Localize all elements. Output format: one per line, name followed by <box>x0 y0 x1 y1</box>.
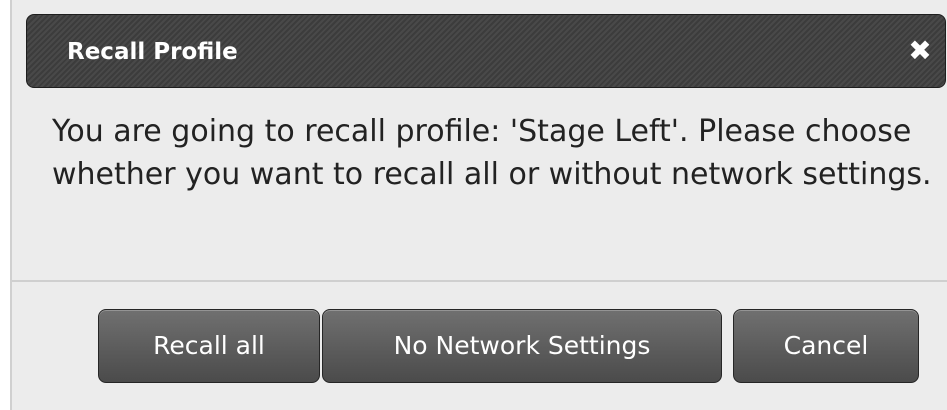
no-network-settings-button[interactable]: No Network Settings <box>322 309 722 383</box>
dialog-divider <box>12 280 947 282</box>
dialog-titlebar[interactable]: Recall Profile ✖ <box>26 14 946 88</box>
close-icon[interactable]: ✖ <box>904 35 936 67</box>
recall-profile-dialog: Recall Profile ✖ You are going to recall… <box>10 0 947 410</box>
dialog-title: Recall Profile <box>67 39 238 65</box>
cancel-button[interactable]: Cancel <box>733 309 919 383</box>
dialog-message: You are going to recall profile: 'Stage … <box>52 114 932 192</box>
recall-all-button[interactable]: Recall all <box>98 309 320 383</box>
